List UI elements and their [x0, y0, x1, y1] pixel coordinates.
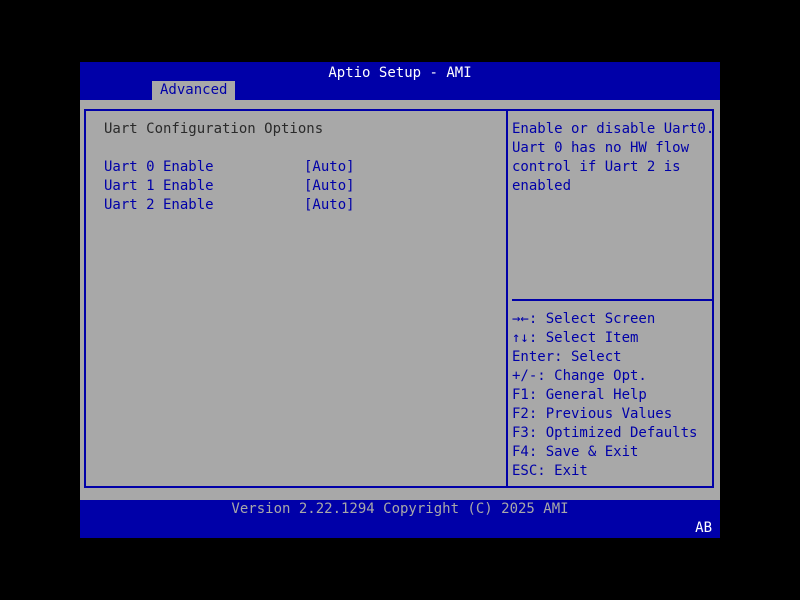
- vertical-divider: [506, 109, 508, 488]
- help-line: Uart 0 has no HW flow: [512, 140, 690, 156]
- key-f2: F2: Previous Values: [512, 406, 673, 422]
- help-line: Enable or disable Uart0.: [512, 121, 715, 137]
- option-label[interactable]: Uart 1 Enable: [104, 177, 214, 196]
- footer-badge: AB: [695, 520, 712, 536]
- option-label[interactable]: Uart 2 Enable: [104, 196, 214, 215]
- help-line: control if Uart 2 is: [512, 159, 681, 175]
- key-esc: ESC: Exit: [512, 463, 588, 479]
- key-select-item: ↑↓: Select Item: [512, 330, 639, 346]
- key-enter: Enter: Select: [512, 349, 622, 365]
- help-keys-divider: [512, 299, 712, 301]
- option-value[interactable]: [Auto]: [304, 196, 355, 215]
- key-f1: F1: General Help: [512, 387, 647, 403]
- tab-advanced[interactable]: Advanced: [152, 81, 236, 100]
- key-f3: F3: Optimized Defaults: [512, 425, 698, 441]
- key-f4: F4: Save & Exit: [512, 444, 639, 460]
- option-value[interactable]: [Auto]: [304, 177, 355, 196]
- section-title: Uart Configuration Options: [104, 121, 324, 137]
- footer-bar: Version 2.22.1294 Copyright (C) 2025 AMI…: [80, 500, 720, 538]
- key-legend: →←: Select Screen ↑↓: Select Item Enter:…: [512, 310, 712, 481]
- help-text: Enable or disable Uart0. Uart 0 has no H…: [512, 120, 715, 196]
- key-change-opt: +/-: Change Opt.: [512, 368, 647, 384]
- main-panel: Uart Configuration Options Uart 0 Enable…: [80, 100, 720, 500]
- help-line: enabled: [512, 178, 572, 194]
- option-label[interactable]: Uart 0 Enable: [104, 158, 214, 177]
- option-value[interactable]: [Auto]: [304, 158, 355, 177]
- key-select-screen: →←: Select Screen: [512, 311, 656, 327]
- version-text: Version 2.22.1294 Copyright (C) 2025 AMI: [231, 501, 569, 517]
- header-bar: Aptio Setup - AMI Advanced: [80, 62, 720, 100]
- bios-setup-screen: Aptio Setup - AMI Advanced Uart Configur…: [80, 62, 720, 538]
